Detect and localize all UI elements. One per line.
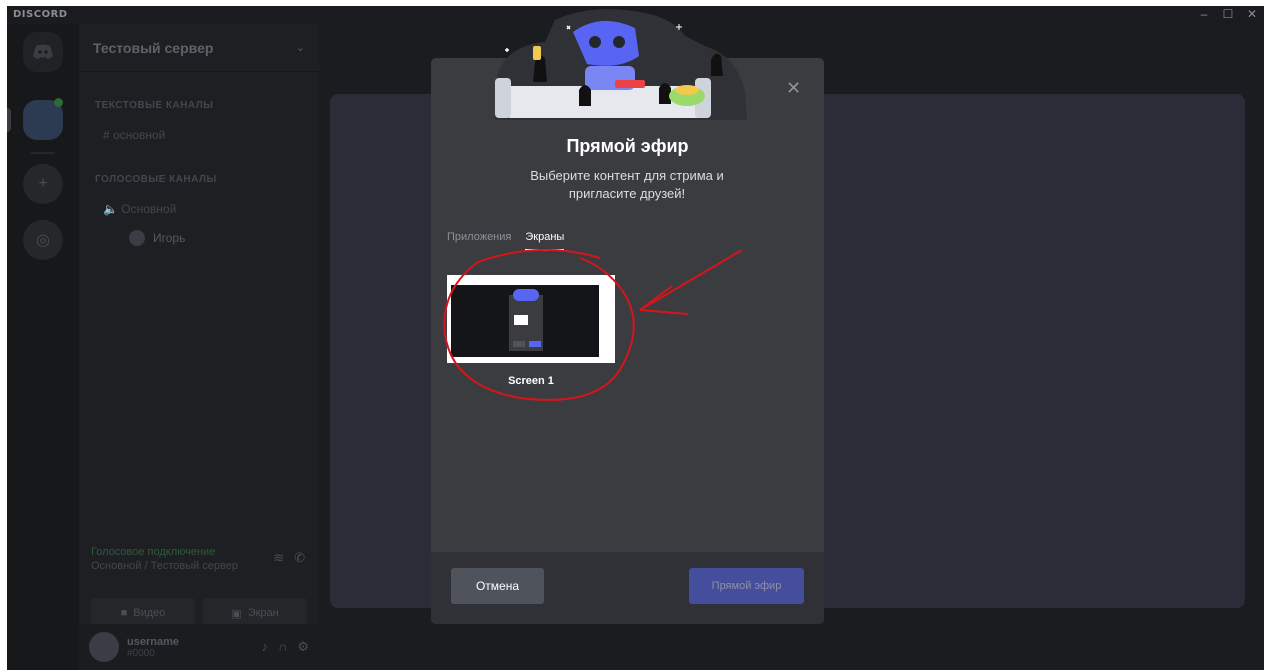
microphone-icon[interactable]: ♪ xyxy=(262,639,269,655)
compass-icon: ◎ xyxy=(36,232,50,249)
disconnect-icon[interactable]: ✆ xyxy=(294,550,305,566)
discord-logo-icon xyxy=(33,44,53,59)
screen-source-card[interactable]: Screen 1 xyxy=(447,275,615,391)
server-name: Тестовый сервер xyxy=(93,39,214,56)
thumbnail-art xyxy=(513,289,539,301)
user-controls: ♪ ∩ ⚙ xyxy=(262,639,310,655)
source-tabs: Приложения Экраны xyxy=(447,231,565,251)
channel-sidebar: Тестовый сервер ⌄ Текстовые каналы # осн… xyxy=(79,24,319,670)
category-voice-channels[interactable]: Голосовые каналы xyxy=(95,174,217,185)
noise-icon[interactable]: ≋ xyxy=(273,550,284,566)
maximize-icon[interactable]: ☐ xyxy=(1222,7,1234,21)
avatar xyxy=(129,230,145,246)
voice-status-dot xyxy=(54,98,63,107)
close-icon[interactable]: ✕ xyxy=(786,78,801,99)
voice-user[interactable]: Игорь xyxy=(129,230,185,246)
video-label: Видео xyxy=(133,607,166,619)
user-tag: #0000 xyxy=(127,647,155,659)
minimize-icon[interactable]: – xyxy=(1198,7,1210,21)
modal-title: Прямой эфир xyxy=(566,136,689,156)
selected-server-indicator xyxy=(7,108,11,132)
user-name: username xyxy=(127,635,179,648)
chevron-down-icon: ⌄ xyxy=(295,42,305,54)
gear-icon[interactable]: ⚙ xyxy=(297,639,309,655)
add-server-button[interactable]: + xyxy=(23,164,63,204)
thumbnail-screen xyxy=(451,285,599,357)
server-rail: + ◎ xyxy=(7,24,79,670)
voice-user-name: Игорь xyxy=(153,231,186,245)
explore-servers-button[interactable]: ◎ xyxy=(23,220,63,260)
avatar[interactable] xyxy=(89,632,119,662)
window-controls: – ☐ ✕ xyxy=(1198,7,1258,21)
thumbnail-button xyxy=(529,341,541,347)
close-window-icon[interactable]: ✕ xyxy=(1246,7,1258,21)
tab-applications[interactable]: Приложения xyxy=(447,231,511,251)
category-text-channels[interactable]: Текстовые каналы xyxy=(95,100,214,111)
cancel-button[interactable]: Отмена xyxy=(451,568,544,604)
plus-icon: + xyxy=(38,175,48,192)
camera-icon: ■ xyxy=(120,607,128,619)
screen-caption: Screen 1 xyxy=(508,375,554,387)
user-panel: username #0000 ♪ ∩ ⚙ xyxy=(79,624,319,670)
rtc-actions: ≋ ✆ xyxy=(273,550,305,566)
tab-screens[interactable]: Экраны xyxy=(525,231,565,251)
voice-channel-item[interactable]: 🔈 Основной xyxy=(103,202,176,216)
channel-item[interactable]: # основной xyxy=(103,128,165,142)
go-live-illustration xyxy=(495,9,747,120)
modal-footer: Отмена Прямой эфир xyxy=(431,552,824,624)
voice-channel-label: Основной xyxy=(121,202,177,216)
thumbnail-selection xyxy=(514,315,528,325)
go-live-modal: ✕ Прямой эфир Выберите контент для стрим… xyxy=(431,58,824,624)
screen-icon: ▣ xyxy=(231,607,242,620)
go-live-button[interactable]: Прямой эфир xyxy=(689,568,804,604)
rail-divider xyxy=(31,152,55,154)
modal-subtitle: Выберите контент для стрима и пригласите… xyxy=(530,168,724,201)
screen-thumbnail xyxy=(447,275,615,363)
headphones-icon[interactable]: ∩ xyxy=(278,639,287,655)
voice-connection-panel: Голосовое подключение Основной / Тестовы… xyxy=(91,546,307,590)
thumbnail-button xyxy=(513,341,525,347)
home-button[interactable] xyxy=(23,32,63,72)
screen-label: Экран xyxy=(247,607,279,619)
discord-brand: DISCORD xyxy=(13,9,68,20)
user-info: username #0000 xyxy=(127,636,179,659)
server-header[interactable]: Тестовый сервер ⌄ xyxy=(79,24,319,72)
channel-label: основной xyxy=(113,128,166,142)
